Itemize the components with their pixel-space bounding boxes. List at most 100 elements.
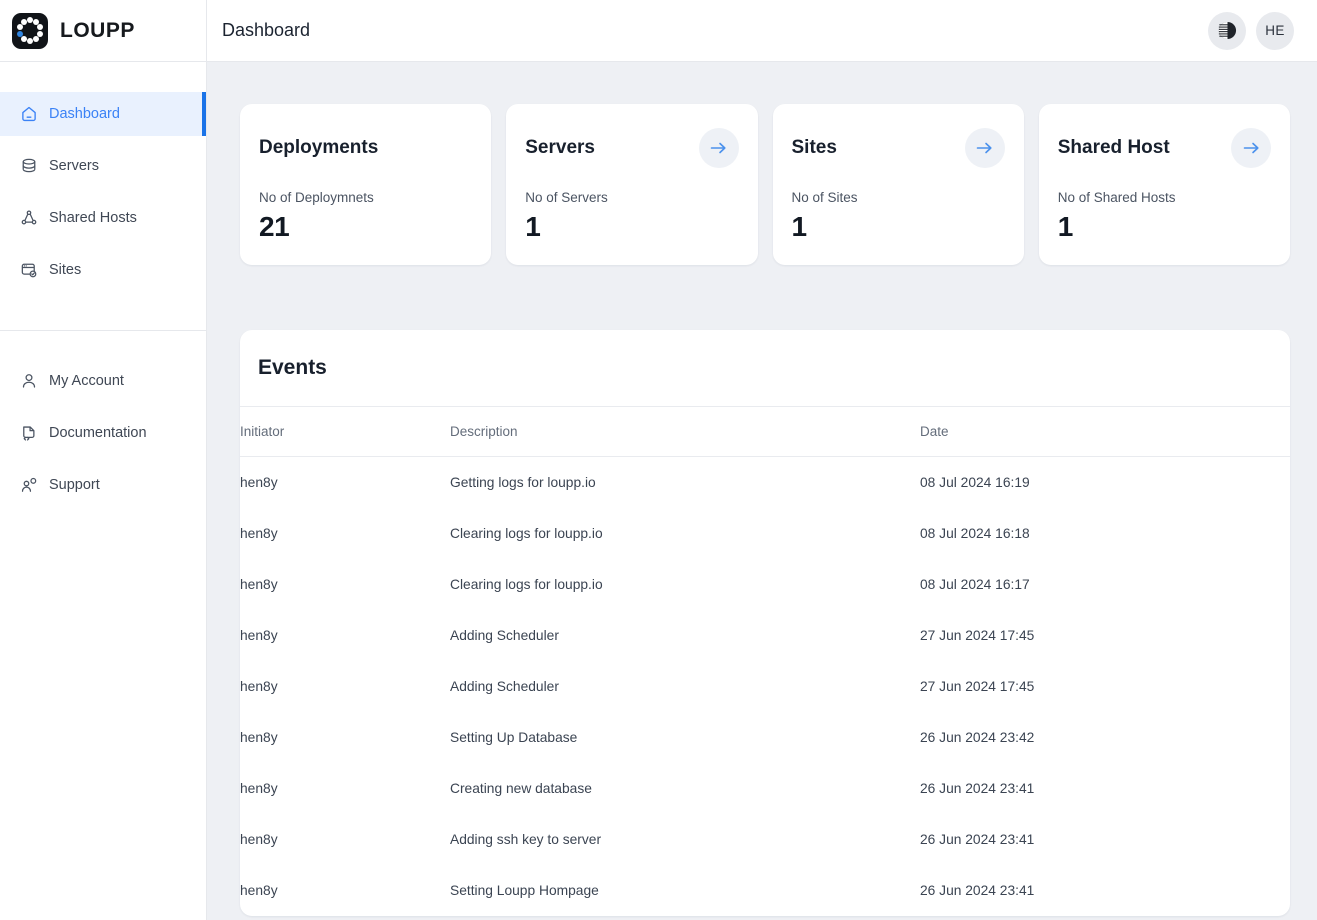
brand-name: LOUPP	[60, 19, 135, 43]
sidebar-item-support[interactable]: Support	[0, 463, 206, 507]
events-title: Events	[258, 356, 327, 379]
stat-card-arrow-button[interactable]	[1231, 128, 1271, 168]
cell-date: 08 Jul 2024 16:18	[920, 508, 1290, 559]
arrow-right-icon	[976, 141, 993, 155]
sidebar-item-label: Dashboard	[49, 106, 120, 122]
stat-card: ServersNo of Servers1	[506, 104, 757, 265]
stat-card-value: 1	[1058, 211, 1271, 243]
contrast-circle-icon	[1218, 21, 1237, 40]
table-row[interactable]: hen8yAdding Scheduler27 Jun 2024 17:45	[240, 661, 1290, 712]
table-row[interactable]: hen8ySetting Loupp Hompage26 Jun 2024 23…	[240, 865, 1290, 916]
stat-card: Deployments No of Deploymnets 21	[240, 104, 491, 265]
events-table-body: hen8yGetting logs for loupp.io08 Jul 202…	[240, 457, 1290, 917]
table-row[interactable]: hen8yAdding ssh key to server26 Jun 2024…	[240, 814, 1290, 865]
stat-card: Sites No of Sites 1	[773, 104, 1024, 265]
events-panel: Events Initiator Description Date hen8yG…	[240, 330, 1290, 916]
server-stack-icon	[20, 157, 38, 175]
stat-card-subtitle: No of Shared Hosts	[1058, 190, 1271, 205]
arrow-right-icon	[1243, 141, 1260, 155]
column-header-description: Description	[450, 407, 920, 457]
stat-card-arrow-button[interactable]	[965, 128, 1005, 168]
cell-initiator: hen8y	[240, 814, 450, 865]
top-bar: LOUPP Dashboard	[0, 0, 1317, 62]
stat-card-title: Servers	[525, 137, 595, 159]
stat-card-title: Shared Host	[1058, 137, 1170, 159]
theme-toggle-button[interactable]	[1208, 12, 1246, 50]
brand-logo[interactable]: LOUPP	[0, 0, 207, 62]
avatar-initials: HE	[1265, 23, 1285, 38]
arrow-right-icon	[710, 141, 727, 155]
cell-date: 26 Jun 2024 23:41	[920, 814, 1290, 865]
cell-date: 26 Jun 2024 23:41	[920, 763, 1290, 814]
stat-card-header: Servers	[525, 128, 738, 168]
column-header-date: Date	[920, 407, 1290, 457]
sidebar: Dashboard Servers	[0, 62, 207, 920]
stat-card-header: Sites	[792, 128, 1005, 168]
stat-card-subtitle: No of Deploymnets	[259, 190, 472, 205]
sidebar-item-label: Sites	[49, 262, 81, 278]
support-user-icon	[20, 476, 38, 494]
sidebar-item-my-account[interactable]: My Account	[0, 359, 206, 403]
stat-card-title: Deployments	[259, 137, 378, 159]
stat-cards: Deployments No of Deploymnets 21 Servers No …	[240, 104, 1290, 265]
sidebar-secondary-group: My Account Documentation	[0, 331, 206, 515]
events-table: Initiator Description Date hen8yGetting …	[240, 407, 1290, 916]
stat-card-value: 1	[792, 211, 1005, 243]
cell-description: Setting Up Database	[450, 712, 920, 763]
cell-description: Creating new database	[450, 763, 920, 814]
stat-card-title: Sites	[792, 137, 837, 159]
table-row[interactable]: hen8yClearing logs for loupp.io08 Jul 20…	[240, 559, 1290, 610]
cell-initiator: hen8y	[240, 661, 450, 712]
top-bar-actions: HE	[1208, 12, 1294, 50]
document-code-icon	[20, 424, 38, 442]
cell-date: 08 Jul 2024 16:19	[920, 457, 1290, 509]
cell-initiator: hen8y	[240, 559, 450, 610]
cell-date: 26 Jun 2024 23:42	[920, 712, 1290, 763]
cell-description: Clearing logs for loupp.io	[450, 559, 920, 610]
stat-card: Shared Host No of Shared Hosts 1	[1039, 104, 1290, 265]
sidebar-item-label: Documentation	[49, 425, 147, 441]
stat-card-arrow-button[interactable]	[699, 128, 739, 168]
cell-description: Adding Scheduler	[450, 661, 920, 712]
body: Dashboard Servers	[0, 62, 1317, 920]
loupp-dot-ring-logo-icon	[12, 13, 48, 49]
sidebar-item-label: Servers	[49, 158, 99, 174]
sidebar-item-documentation[interactable]: Documentation	[0, 411, 206, 455]
events-table-head: Initiator Description Date	[240, 407, 1290, 457]
table-row[interactable]: hen8yCreating new database26 Jun 2024 23…	[240, 763, 1290, 814]
stat-card-header: Shared Host	[1058, 128, 1271, 168]
cell-description: Adding ssh key to server	[450, 814, 920, 865]
sidebar-primary-group: Dashboard Servers	[0, 92, 206, 331]
cell-date: 27 Jun 2024 17:45	[920, 661, 1290, 712]
home-pentagon-icon	[20, 105, 38, 123]
table-row[interactable]: hen8ySetting Up Database26 Jun 2024 23:4…	[240, 712, 1290, 763]
sidebar-item-shared-hosts[interactable]: Shared Hosts	[0, 196, 206, 240]
table-row[interactable]: hen8yClearing logs for loupp.io08 Jul 20…	[240, 508, 1290, 559]
events-panel-header: Events	[240, 330, 1290, 407]
cell-description: Setting Loupp Hompage	[450, 865, 920, 916]
app-root: LOUPP Dashboard	[0, 0, 1317, 920]
page-title: Dashboard	[222, 20, 310, 41]
stat-card-value: 21	[259, 211, 472, 243]
stat-card-value: 1	[525, 211, 738, 243]
stat-card-header: Deployments	[259, 128, 472, 168]
cell-initiator: hen8y	[240, 457, 450, 509]
sidebar-item-dashboard[interactable]: Dashboard	[0, 92, 206, 136]
cell-initiator: hen8y	[240, 610, 450, 661]
cell-description: Getting logs for loupp.io	[450, 457, 920, 509]
user-avatar[interactable]: HE	[1256, 12, 1294, 50]
sidebar-item-servers[interactable]: Servers	[0, 144, 206, 188]
stat-card-subtitle: No of Sites	[792, 190, 1005, 205]
cell-description: Clearing logs for loupp.io	[450, 508, 920, 559]
user-icon	[20, 372, 38, 390]
sidebar-item-sites[interactable]: Sites	[0, 248, 206, 292]
table-row[interactable]: hen8yAdding Scheduler27 Jun 2024 17:45	[240, 610, 1290, 661]
sidebar-item-label: Support	[49, 477, 100, 493]
cell-initiator: hen8y	[240, 865, 450, 916]
cell-date: 08 Jul 2024 16:17	[920, 559, 1290, 610]
column-header-initiator: Initiator	[240, 407, 450, 457]
cell-initiator: hen8y	[240, 508, 450, 559]
top-bar-main: Dashboard	[207, 0, 1317, 62]
cell-initiator: hen8y	[240, 712, 450, 763]
table-row[interactable]: hen8yGetting logs for loupp.io08 Jul 202…	[240, 457, 1290, 509]
